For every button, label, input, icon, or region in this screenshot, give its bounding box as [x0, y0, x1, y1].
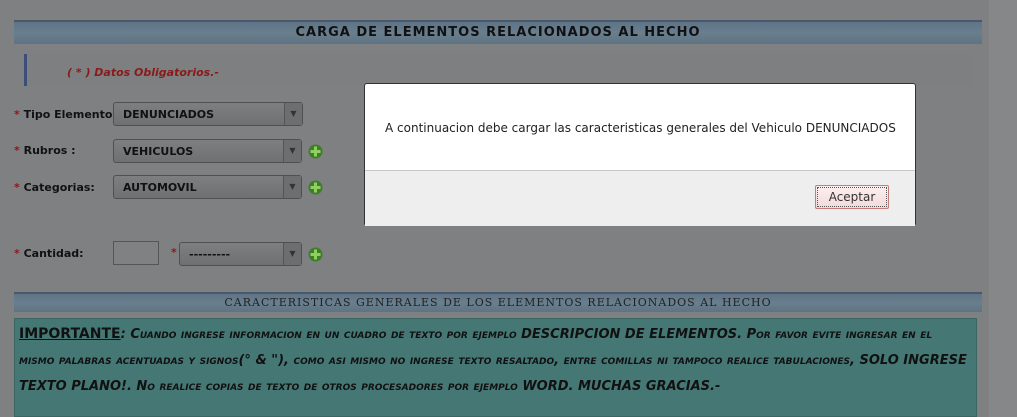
tipo-elemento-value: DENUNCIADOS — [123, 108, 215, 121]
chevron-down-icon[interactable]: ▼ — [283, 176, 301, 198]
tipo-elemento-select[interactable]: DENUNCIADOS ▼ — [113, 102, 303, 126]
important-text-1: Cuando ingrese informacion en un cuadro … — [125, 327, 522, 342]
cantidad-label-text: Cantidad: — [23, 247, 84, 260]
required-mark: * — [14, 181, 20, 194]
accept-button[interactable]: Aceptar — [815, 185, 889, 209]
dialog-button-pane: Aceptar — [365, 170, 915, 226]
dialog-message: A continuacion debe cargar las caracteri… — [385, 121, 896, 135]
categorias-label-text: Categorias: — [23, 181, 95, 194]
characteristics-section-title: CARACTERISTICAS GENERALES DE LOS ELEMENT… — [14, 292, 982, 312]
required-mark: * — [14, 144, 20, 157]
important-emphasis-2: ° & ") — [244, 353, 285, 368]
dialog-content: A continuacion debe cargar las caracteri… — [365, 84, 915, 170]
categorias-label: * Categorias: — [14, 181, 95, 194]
required-mark: * — [14, 247, 20, 260]
unit-required-mark: * — [171, 246, 177, 259]
important-title: IMPORTANTE — [19, 326, 121, 342]
rubros-value: VEHICULOS — [123, 145, 194, 158]
rubros-label: * Rubros : — [14, 144, 76, 157]
categorias-value: AUTOMOVIL — [123, 181, 197, 194]
add-categoria-plus-icon[interactable] — [308, 180, 323, 195]
chevron-down-icon[interactable]: ▼ — [283, 140, 301, 162]
required-note: ( * ) Datos Obligatorios.- — [67, 66, 219, 79]
page-title: CARGA DE ELEMENTOS RELACIONADOS AL HECHO — [14, 20, 982, 44]
important-text-3: , como asi mismo no ingrese texto resalt… — [284, 353, 860, 368]
cantidad-unit-value: --------- — [189, 248, 231, 261]
rubros-select[interactable]: VEHICULOS ▼ — [113, 139, 302, 163]
tipo-elemento-label-text: Tipo Elemento : — [23, 108, 121, 121]
cantidad-label: * Cantidad: — [14, 247, 84, 260]
info-dialog: A continuacion debe cargar las caracteri… — [364, 83, 916, 226]
important-emphasis-4: WORD. MUCHAS GRACIAS.- — [522, 379, 721, 394]
add-unit-plus-icon[interactable] — [308, 247, 323, 262]
rubros-label-text: Rubros : — [23, 144, 76, 157]
required-note-box: ( * ) Datos Obligatorios.- — [24, 54, 973, 86]
chevron-down-icon[interactable]: ▼ — [284, 103, 302, 125]
tipo-elemento-label: * Tipo Elemento : — [14, 108, 121, 121]
important-notice: IMPORTANTE: Cuando ingrese informacion e… — [14, 318, 977, 417]
page-edge — [989, 0, 1017, 417]
add-rubro-plus-icon[interactable] — [308, 144, 323, 159]
cantidad-unit-select[interactable]: --------- ▼ — [179, 242, 302, 266]
categorias-select[interactable]: AUTOMOVIL ▼ — [113, 175, 302, 199]
required-mark: * — [14, 108, 20, 121]
important-emphasis-1: DESCRIPCION DE ELEMENTOS. — [521, 327, 743, 342]
cantidad-input[interactable] — [113, 241, 159, 265]
page-background: CARGA DE ELEMENTOS RELACIONADOS AL HECHO… — [0, 0, 1017, 417]
required-mark: * — [171, 246, 177, 259]
chevron-down-icon[interactable]: ▼ — [283, 243, 301, 265]
important-text-4: No realice copias de texto de otros proc… — [131, 379, 523, 394]
